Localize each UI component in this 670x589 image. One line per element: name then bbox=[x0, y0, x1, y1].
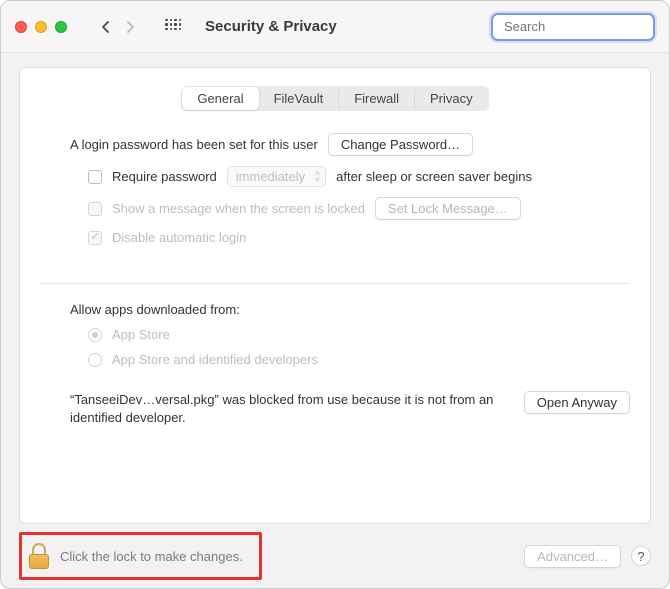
show-message-checkbox bbox=[88, 202, 102, 216]
show-all-icon[interactable] bbox=[165, 19, 181, 35]
login-password-row: A login password has been set for this u… bbox=[70, 133, 630, 156]
help-button[interactable]: ? bbox=[631, 546, 651, 566]
preferences-window: Security & Privacy General FileVault Fir… bbox=[0, 0, 670, 589]
require-password-label: Require password bbox=[112, 169, 217, 184]
tab-filevault[interactable]: FileVault bbox=[259, 87, 339, 110]
open-anyway-button[interactable]: Open Anyway bbox=[524, 391, 630, 414]
traffic-lights bbox=[15, 21, 67, 33]
show-message-row: Show a message when the screen is locked… bbox=[88, 197, 630, 220]
show-message-label: Show a message when the screen is locked bbox=[112, 201, 365, 216]
advanced-button[interactable]: Advanced… bbox=[524, 545, 621, 568]
allow-identified-label: App Store and identified developers bbox=[112, 352, 318, 367]
disable-auto-login-checkbox bbox=[88, 231, 102, 245]
forward-button[interactable] bbox=[119, 15, 141, 39]
back-button[interactable] bbox=[95, 15, 117, 39]
close-window-button[interactable] bbox=[15, 21, 27, 33]
allow-apps-label: Allow apps downloaded from: bbox=[70, 302, 630, 317]
chevron-updown-icon: ˄˅ bbox=[315, 170, 320, 183]
zoom-window-button[interactable] bbox=[55, 21, 67, 33]
allow-appstore-row: App Store bbox=[88, 327, 630, 342]
allow-identified-radio bbox=[88, 353, 102, 367]
lock-group-highlight: Click the lock to make changes. bbox=[19, 532, 262, 580]
footer-bar: Click the lock to make changes. Advanced… bbox=[1, 524, 669, 588]
window-title: Security & Privacy bbox=[205, 18, 337, 35]
footer-right: Advanced… ? bbox=[524, 545, 651, 568]
blocked-app-row: “TanseeiDev…versal.pkg” was blocked from… bbox=[70, 391, 630, 427]
disable-auto-login-row: Disable automatic login bbox=[88, 230, 630, 245]
blocked-app-message: “TanseeiDev…versal.pkg” was blocked from… bbox=[70, 391, 512, 427]
login-password-label: A login password has been set for this u… bbox=[70, 137, 318, 152]
require-password-delay-select[interactable]: immediately ˄˅ bbox=[227, 166, 326, 187]
set-lock-message-button: Set Lock Message… bbox=[375, 197, 521, 220]
titlebar: Security & Privacy bbox=[1, 1, 669, 53]
require-password-delay-value: immediately bbox=[236, 169, 305, 184]
disable-auto-login-label: Disable automatic login bbox=[112, 230, 246, 245]
lock-icon[interactable] bbox=[28, 543, 50, 569]
lock-hint-label: Click the lock to make changes. bbox=[60, 549, 243, 564]
tab-firewall[interactable]: Firewall bbox=[338, 87, 414, 110]
require-password-after-label: after sleep or screen saver begins bbox=[336, 169, 532, 184]
require-password-row: Require password immediately ˄˅ after sl… bbox=[88, 166, 630, 187]
search-input[interactable] bbox=[504, 19, 670, 34]
tab-privacy[interactable]: Privacy bbox=[414, 87, 488, 110]
settings-panel: General FileVault Firewall Privacy A log… bbox=[19, 67, 651, 524]
section-divider bbox=[40, 283, 630, 284]
search-field[interactable] bbox=[491, 13, 655, 41]
minimize-window-button[interactable] bbox=[35, 21, 47, 33]
nav-buttons bbox=[95, 15, 141, 39]
require-password-checkbox[interactable] bbox=[88, 170, 102, 184]
allow-identified-row: App Store and identified developers bbox=[88, 352, 630, 367]
content-area: General FileVault Firewall Privacy A log… bbox=[1, 53, 669, 524]
tab-bar: General FileVault Firewall Privacy bbox=[40, 86, 630, 111]
change-password-button[interactable]: Change Password… bbox=[328, 133, 473, 156]
tab-general[interactable]: General bbox=[182, 87, 258, 110]
allow-appstore-radio bbox=[88, 328, 102, 342]
segmented-control: General FileVault Firewall Privacy bbox=[181, 86, 488, 111]
allow-appstore-label: App Store bbox=[112, 327, 170, 342]
